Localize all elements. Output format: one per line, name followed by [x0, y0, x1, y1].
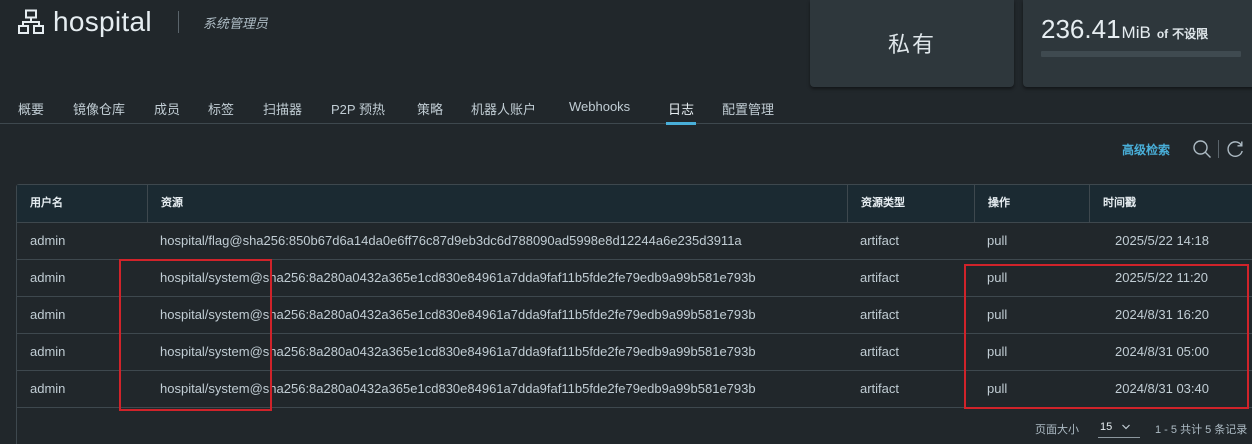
quota-limit-label: 不设限 — [1172, 27, 1209, 41]
cell-timestamp: 2025/5/22 11:20 — [1115, 270, 1209, 285]
cell-resource: hospital/system@sha256:8a280a0432a365e1c… — [160, 344, 756, 359]
table-row: admin hospital/system@sha256:8a280a0432a… — [17, 334, 1252, 371]
title-divider — [177, 11, 179, 33]
cell-resource: hospital/flag@sha256:850b67d6a14da0e6ff7… — [160, 233, 742, 248]
project-tabs: 概要 镜像仓库 成员 标签 扫描器 P2P 预热 策略 机器人账户 Webhoo… — [0, 95, 1252, 125]
quota-progress-bar — [1041, 51, 1241, 57]
cell-resource-type: artifact — [860, 344, 900, 359]
column-header-username[interactable]: 用户名 — [17, 185, 147, 222]
cell-resource-type: artifact — [860, 307, 900, 322]
project-title: hospital 系统管理员 — [18, 4, 268, 40]
cell-timestamp: 2025/5/22 14:18 — [1115, 233, 1209, 248]
column-header-resource[interactable]: 资源 — [147, 185, 847, 222]
tab-scanner[interactable]: 扫描器 — [263, 99, 302, 124]
cell-username: admin — [30, 270, 66, 285]
advanced-search-link[interactable]: 高级检索 — [1122, 141, 1170, 158]
audit-log-table: 用户名 资源 资源类型 操作 时间戳 admin hospital/flag@s… — [16, 184, 1252, 444]
cell-timestamp: 2024/8/31 05:00 — [1115, 344, 1209, 359]
log-toolbar: 高级检索 — [1052, 138, 1252, 160]
cell-operation: pull — [987, 270, 1008, 285]
tab-configuration[interactable]: 配置管理 — [722, 99, 774, 124]
project-header: hospital 系统管理员 私有 236.41 MiB of 不设限 — [0, 0, 1252, 95]
tab-p2p-preheat[interactable]: P2P 预热 — [331, 99, 385, 124]
cell-operation: pull — [987, 307, 1008, 322]
project-role: 系统管理员 — [202, 15, 268, 31]
quota-line: 236.41 MiB of 不设限 — [1041, 14, 1208, 45]
cell-resource: hospital/system@sha256:8a280a0432a365e1c… — [160, 270, 756, 285]
cell-username: admin — [30, 233, 66, 248]
refresh-icon[interactable] — [1225, 139, 1245, 159]
cell-timestamp: 2024/8/31 16:20 — [1115, 307, 1209, 322]
cell-username: admin — [30, 344, 66, 359]
project-tree-icon — [18, 9, 44, 34]
tab-labels[interactable]: 标签 — [208, 99, 234, 124]
access-level-text: 私有 — [887, 32, 936, 57]
table-row: admin hospital/system@sha256:8a280a0432a… — [17, 371, 1252, 408]
table-footer: 页面大小 15 1 - 5 共计 5 条记录 — [17, 410, 1252, 444]
page-size-value: 15 — [1100, 421, 1113, 433]
tab-robot-accounts[interactable]: 机器人账户 — [471, 99, 536, 124]
cell-operation: pull — [987, 233, 1008, 248]
page-size-select[interactable]: 15 — [1098, 416, 1140, 438]
quota-of-label: of — [1156, 27, 1169, 41]
project-name: hospital — [53, 6, 152, 37]
cell-resource-type: artifact — [860, 233, 900, 248]
quota-used-value: 236.41 — [1041, 14, 1121, 44]
tab-policy[interactable]: 策略 — [417, 99, 443, 124]
cell-operation: pull — [987, 381, 1008, 396]
cell-username: admin — [30, 381, 66, 396]
tab-webhooks[interactable]: Webhooks — [569, 99, 630, 124]
access-level-card: 私有 — [810, 0, 1014, 87]
toolbar-divider — [1218, 140, 1219, 158]
cell-resource-type: artifact — [860, 381, 900, 396]
column-header-resource-type[interactable]: 资源类型 — [847, 185, 974, 222]
page-size-label: 页面大小 — [1035, 424, 1079, 436]
table-row: admin hospital/system@sha256:8a280a0432a… — [17, 260, 1252, 297]
cell-resource: hospital/system@sha256:8a280a0432a365e1c… — [160, 307, 756, 322]
tab-logs[interactable]: 日志 — [665, 99, 697, 125]
table-row: admin hospital/flag@sha256:850b67d6a14da… — [17, 223, 1252, 260]
cell-timestamp: 2024/8/31 03:40 — [1115, 381, 1209, 396]
tab-members[interactable]: 成员 — [154, 99, 180, 124]
quota-card: 236.41 MiB of 不设限 — [1023, 0, 1252, 87]
cell-resource-type: artifact — [860, 270, 900, 285]
column-header-operation[interactable]: 操作 — [974, 185, 1089, 222]
tab-overview[interactable]: 概要 — [18, 99, 44, 124]
cell-operation: pull — [987, 344, 1008, 359]
cell-username: admin — [30, 307, 66, 322]
tab-repositories[interactable]: 镜像仓库 — [73, 99, 125, 124]
quota-used-unit: MiB — [1121, 23, 1151, 42]
table-row: admin hospital/system@sha256:8a280a0432a… — [17, 297, 1252, 334]
column-header-timestamp[interactable]: 时间戳 — [1089, 185, 1252, 222]
table-header: 用户名 资源 资源类型 操作 时间戳 — [17, 185, 1252, 223]
pagination-summary: 1 - 5 共计 5 条记录 — [1155, 424, 1248, 436]
search-icon[interactable] — [1192, 139, 1212, 159]
chevron-down-icon — [1122, 424, 1130, 430]
cell-resource: hospital/system@sha256:8a280a0432a365e1c… — [160, 381, 756, 396]
